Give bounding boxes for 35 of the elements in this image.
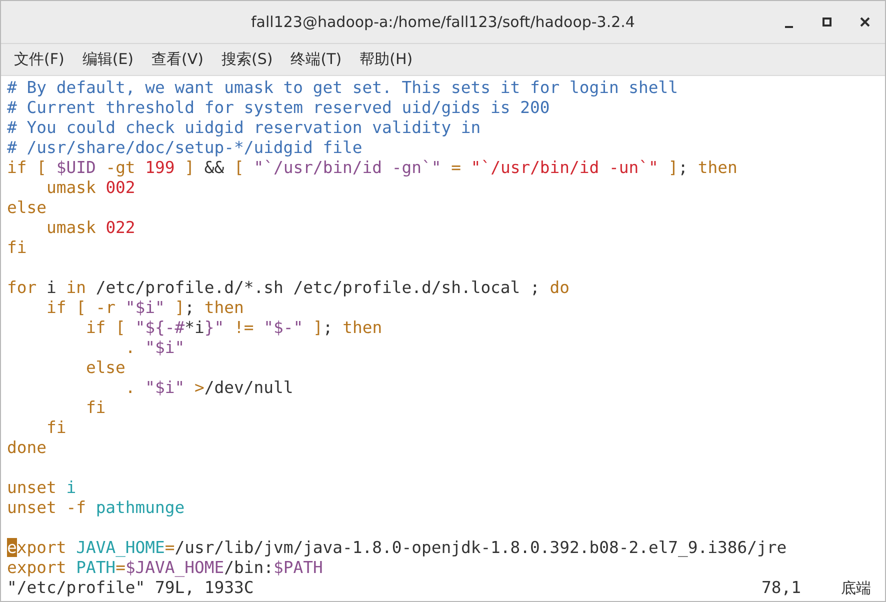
code-line: else [84,358,126,378]
code-line: . "$i" [124,338,185,358]
code-line: for i in /etc/profile.d/*.sh /etc/profile.d/sh.local ; do [7,278,570,298]
code-line: else [7,198,46,218]
code-line: if [ "${-#*i}" != "$-" ]; then [84,318,382,338]
menu-item[interactable]: 查看(V) [142,47,212,72]
code-line: fi [45,418,66,438]
menu-item[interactable]: 终端(T) [282,47,351,72]
code-line: if [ $UID -gt 199 ] && [ "`/usr/bin/id -gn`" = "`/usr/bin/id -un`" ]; then [7,158,738,178]
scroll-indicator: 底端 [841,578,871,598]
menu-item[interactable]: 编辑(E) [73,47,143,72]
code-line: . "$i" >/dev/null [124,378,294,398]
code-line: done [7,438,46,458]
menu-item[interactable]: 文件(F) [5,47,74,72]
maximize-icon [821,16,833,28]
code-line: fi [7,238,27,258]
cursor-position: 78,1 [762,578,801,598]
menu-item[interactable]: 帮助(H) [350,47,422,72]
code-line: fi [84,398,106,418]
minimize-icon [785,26,793,28]
code-line: export JAVA_HOME=/usr/lib/jvm/java-1.8.0-openjdk-1.8.0.392.b08-2.el7_9.i386/jre [7,538,787,558]
code-line: unset -f pathmunge [7,498,185,518]
code-line: # By default, we want umask to get set. This sets it for login shell [7,78,678,98]
window-title: fall123@hadoop-a:/home/fall123/soft/hadoop-3.2.4 [251,13,635,31]
code-line: # You could check uidgid reservation validity in [7,118,481,138]
close-icon [859,16,871,28]
menu-item[interactable]: 搜索(S) [212,47,282,72]
code-line: umask 022 [45,218,136,238]
code-line: # /usr/share/doc/setup-*/uidgid file [7,138,362,158]
code-line: unset i [7,478,76,498]
code-line: if [ -r "$i" ]; then [45,298,244,318]
code-line: export PATH=$JAVA_HOME/bin:$PATH [7,558,323,578]
code-line: # Current threshold for system reserved uid/gids is 200 [7,98,550,118]
code-line: umask 002 [45,178,136,198]
status-message: "/etc/profile" 79L, 1933C [7,578,254,598]
